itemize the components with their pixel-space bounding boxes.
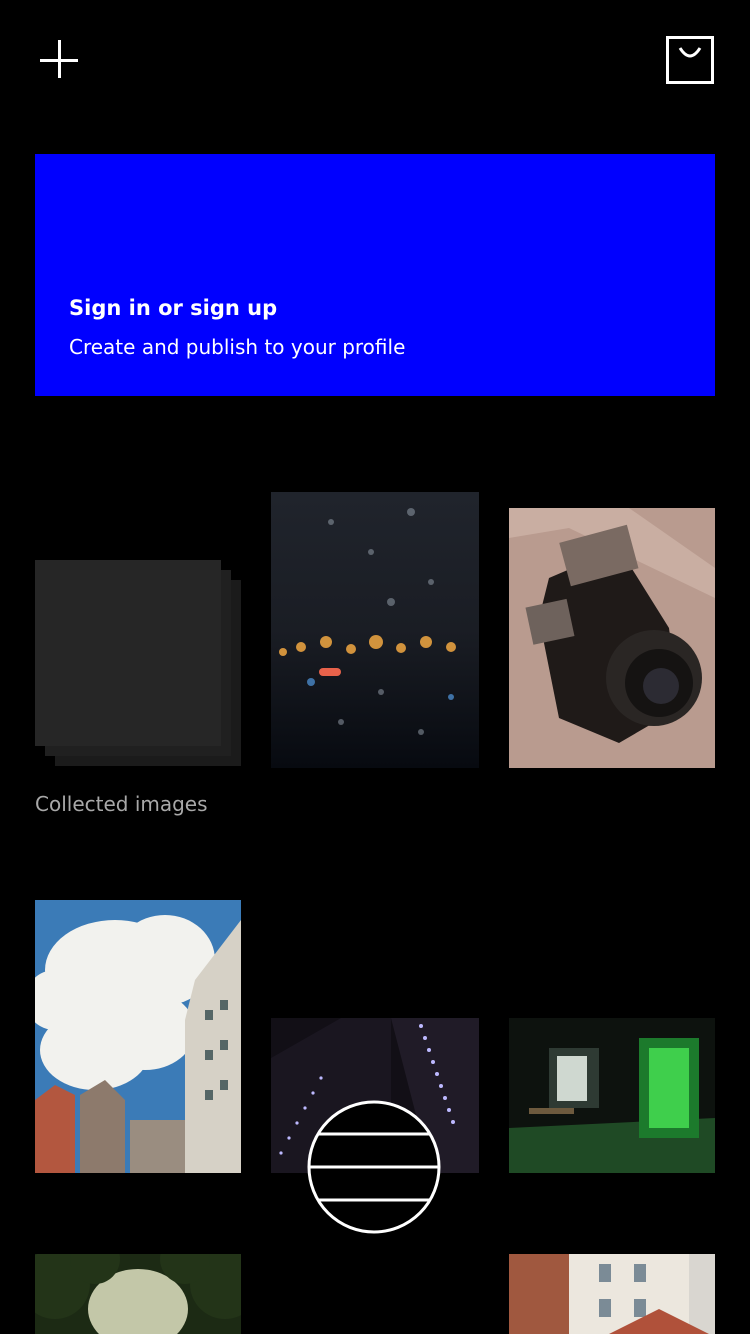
banner-subtitle: Create and publish to your profile: [69, 335, 406, 359]
sign-in-banner[interactable]: Sign in or sign up Create and publish to…: [35, 154, 715, 396]
shopping-bag-button[interactable]: [666, 36, 714, 84]
collected-images-label: Collected images: [35, 792, 208, 816]
collected-images-stack[interactable]: [35, 560, 241, 766]
photo-rain-window[interactable]: [271, 492, 479, 768]
photo-trees[interactable]: [35, 1254, 241, 1334]
add-button[interactable]: [40, 40, 80, 80]
photo-green-room[interactable]: [509, 1018, 715, 1173]
stack-layer: [35, 560, 221, 746]
photo-houses[interactable]: [509, 1254, 715, 1334]
shopping-bag-icon: [666, 36, 714, 84]
banner-title: Sign in or sign up: [69, 296, 278, 320]
menu-lines-circle-icon: [307, 1100, 441, 1234]
menu-fab-button[interactable]: [306, 1099, 442, 1235]
photo-clouds-buildings[interactable]: [35, 900, 241, 1173]
photo-camera[interactable]: [509, 508, 715, 768]
